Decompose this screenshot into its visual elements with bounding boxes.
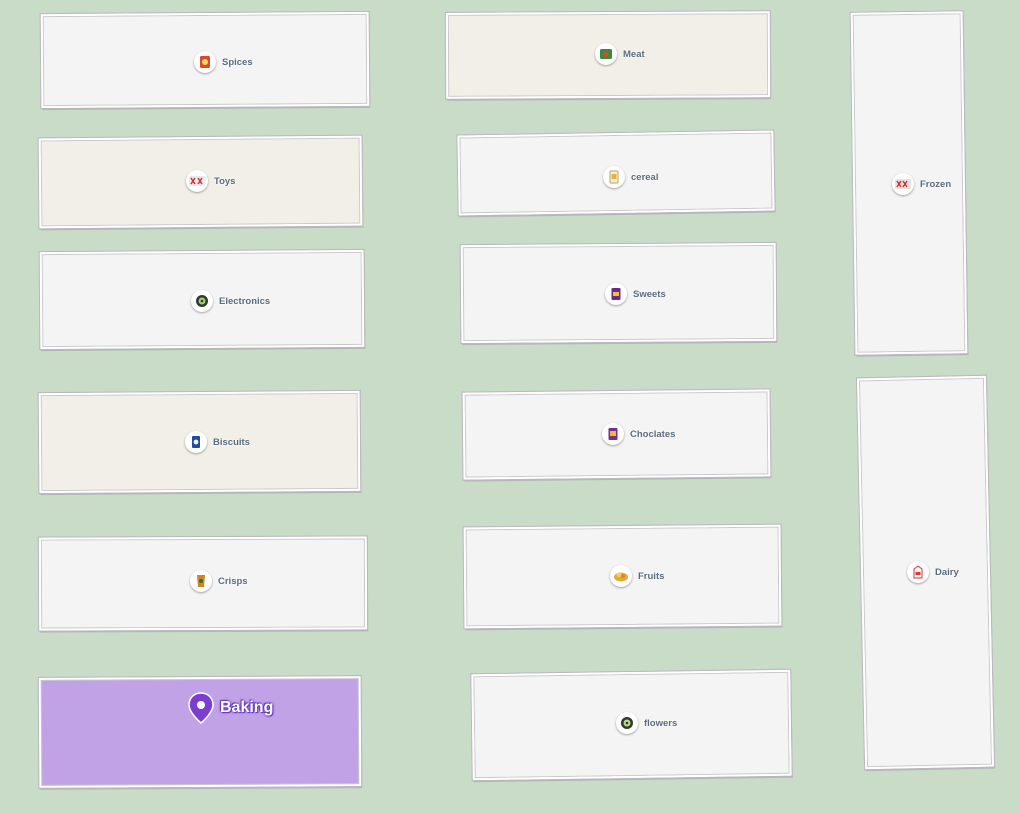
marker-spices[interactable]: Spices [194,51,253,73]
sweets-pack-icon [605,283,627,305]
electronics-icon [191,290,213,312]
aisle-label: Frozen [920,178,952,190]
aisle-label: Fruits [638,570,665,582]
marker-meat[interactable]: Meat [595,43,645,65]
flower-pack-icon [616,712,638,734]
aisle-label: Choclates [630,428,676,440]
marker-flowers[interactable]: flowers [616,712,677,734]
aisle-label: Toys [214,175,236,187]
aisle-label: Dairy [935,566,959,578]
marker-electronics[interactable]: Electronics [191,290,270,312]
location-pin-icon [188,692,214,724]
aisle-label: Crisps [218,575,248,587]
cereal-box-icon [603,166,625,188]
marker-choclates[interactable]: Choclates [602,423,675,445]
toy-box-icon [186,170,208,192]
dairy-carton-icon [907,561,929,583]
meat-pack-icon [595,43,617,65]
crisps-bag-icon [190,570,212,592]
marker-dairy[interactable]: Dairy [907,561,959,583]
aisle-label: Baking [220,699,274,716]
aisle-label: flowers [644,717,678,729]
marker-baking[interactable]: Baking [188,692,273,724]
marker-crisps[interactable]: Crisps [190,570,248,592]
aisle-label: Sweets [633,288,666,300]
aisle-label: Meat [623,48,645,60]
marker-cereal[interactable]: cereal [603,166,658,188]
aisle-label: cereal [631,171,659,183]
biscuit-pack-icon [185,431,207,453]
marker-fruits[interactable]: Fruits [610,565,664,587]
marker-sweets[interactable]: Sweets [605,283,666,305]
fruit-basket-icon [610,565,632,587]
spice-pack-icon [194,51,216,73]
marker-biscuits[interactable]: Biscuits [185,431,250,453]
marker-toys[interactable]: Toys [186,170,235,192]
chocolate-box-icon [602,423,624,445]
aisle-label: Electronics [219,295,271,307]
aisle-label: Spices [222,56,253,68]
marker-frozen[interactable]: Frozen [892,173,951,195]
frozen-pack-icon [892,173,914,195]
aisle-label: Biscuits [213,436,250,448]
